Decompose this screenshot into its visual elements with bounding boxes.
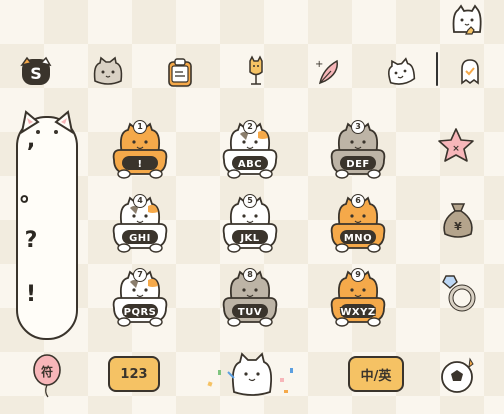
microphone-icon [249,55,263,85]
symbols-label: 符 [40,365,53,379]
cat-face-button[interactable] [88,52,128,92]
cat-face-icon [93,56,123,85]
key-number-badge: 2 [243,120,257,134]
key-1[interactable]: 2 ABC [218,120,282,182]
keyboard: S + , 。 ? ! 1 ! 2 ABC 3 DEF 4 GHI 5 JKL … [0,0,504,414]
language-switch-button[interactable]: 中/英 [348,356,404,392]
star-button[interactable]: × [434,124,478,168]
key-label: JKL [240,233,260,244]
key-number-badge: 8 [243,268,257,282]
key-label: DEF [346,159,370,170]
clipboard-button[interactable] [160,52,200,92]
emoji-button[interactable] [380,52,420,92]
key-label: MNO [343,233,373,244]
ghost-hide-icon [461,59,479,85]
punct-question[interactable]: ? [0,228,62,253]
edit-button[interactable]: + [308,52,348,92]
svg-text:+: + [315,59,323,70]
ring-button[interactable] [436,270,480,314]
party-cat-icon [207,352,293,396]
key-6[interactable]: 7 PQRS [108,268,172,330]
key-2[interactable]: 3 DEF [326,120,390,182]
numbers-button[interactable]: 123 [108,356,160,392]
key-label: PQRS [123,307,157,318]
key-0[interactable]: 1! [108,120,172,182]
svg-text:S: S [30,64,42,83]
clipboard-icon [168,58,192,87]
svg-text:×: × [452,144,460,154]
key-number-badge: 7 [133,268,147,282]
key-3[interactable]: 4 GHI [108,194,172,256]
hide-keyboard-button[interactable] [450,52,490,92]
key-7[interactable]: 8 TUV [218,268,282,330]
key-label: GHI [129,233,151,244]
key-5[interactable]: 6 MNO [326,194,390,256]
money-bag-button[interactable]: ¥ [436,198,480,242]
key-number-badge: 4 [133,194,147,208]
feather-edit-icon: + [315,59,338,85]
diamond-ring-icon [442,275,476,312]
key-label: ! [137,159,143,170]
star-icon: × [438,128,474,162]
svg-text:¥: ¥ [454,220,462,233]
punct-exclaim[interactable]: ! [0,282,62,307]
key-number-badge: 1 [133,120,147,134]
key-number-badge: 5 [243,194,257,208]
key-number-badge: 6 [351,194,365,208]
punct-comma[interactable]: , [0,128,62,153]
space-button[interactable] [200,348,304,400]
key-8[interactable]: 9 WXYZ [326,268,390,330]
key-4[interactable]: 5 JKL [218,194,282,256]
s-logo-icon: S [20,56,52,85]
microphone-button[interactable] [236,52,276,92]
key-label: ABC [237,159,263,170]
toolbar: S + [0,44,504,100]
toolbar-divider [436,52,438,86]
money-bag-icon: ¥ [443,203,473,238]
key-number-badge: 9 [351,268,365,282]
soccer-ball-icon [441,357,474,393]
soccer-button[interactable] [436,354,480,398]
s-logo-button[interactable]: S [16,52,56,92]
key-label: TUV [237,307,263,318]
cat-emoji-icon [388,57,416,85]
punct-period[interactable]: 。 [0,176,62,208]
key-number-badge: 3 [351,120,365,134]
key-label: WXYZ [340,307,376,318]
corner-cat-icon [452,4,482,35]
